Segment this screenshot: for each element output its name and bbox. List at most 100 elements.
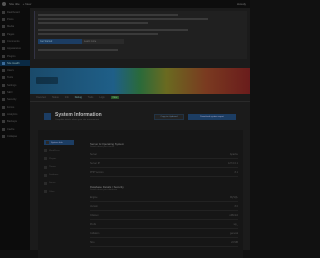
section-nav-label: Plugins (49, 157, 57, 160)
section-nav-item[interactable]: Plugins (44, 156, 74, 161)
section-nav-label: Database (49, 174, 59, 177)
tab-item[interactable]: Overview (36, 96, 46, 99)
section-nav-label: System Info (51, 141, 63, 144)
sidebar-item[interactable]: Pages (0, 31, 30, 37)
section-nav-item[interactable]: Other (44, 189, 74, 194)
info-card: System Info WordPress Plugins Theme Database… (38, 130, 243, 258)
row-value: general (230, 231, 238, 235)
plugin-logo (36, 77, 58, 84)
tab-item[interactable]: New (110, 96, 120, 99)
row-label: Version (90, 204, 98, 208)
table-row: PHP Version 8.1 (90, 168, 238, 177)
section-subtitle: Details about your database (90, 189, 118, 191)
section-nav-label: Other (49, 190, 55, 193)
menu-icon (2, 47, 5, 51)
sidebar-item[interactable]: Appearance (0, 46, 30, 52)
sidebar-item-label: SEO (7, 91, 13, 95)
sidebar-item-label: Backups (7, 120, 17, 124)
table-row: Engine MySQL (90, 193, 238, 202)
notice-primary-button[interactable]: Get Started (38, 39, 82, 44)
row-value: wp_ (233, 222, 238, 226)
sidebar-item[interactable]: Settings (0, 82, 30, 88)
nav-icon (44, 149, 47, 153)
copy-button[interactable]: Copy to clipboard (154, 114, 184, 120)
menu-icon (2, 127, 5, 131)
sidebar-item-label: Comments (7, 39, 20, 43)
sidebar-item[interactable]: Posts (0, 17, 30, 23)
section-nav-item[interactable]: Theme (44, 165, 74, 170)
row-value: Apache (229, 152, 238, 156)
tab-item[interactable]: Info (65, 96, 69, 99)
admin-bar: Site title + New Howdy (0, 0, 250, 8)
row-value: 8.1 (234, 170, 238, 174)
sidebar-item[interactable]: Cache (0, 126, 30, 132)
sidebar-item[interactable]: Collapse (0, 133, 30, 139)
sidebar-item[interactable]: Tools (0, 75, 30, 81)
sidebar-item[interactable]: Security (0, 97, 30, 103)
sidebar-item[interactable]: Dashboard (0, 9, 30, 15)
section-nav-item[interactable]: Server (44, 181, 74, 186)
table-row: Size 24 MB (90, 238, 238, 247)
menu-icon (2, 32, 5, 36)
sidebar-item-label: Collapse (7, 134, 18, 138)
nav-icon (44, 190, 47, 194)
sidebar-item[interactable]: Forms (0, 104, 30, 110)
page-title: System Information (55, 112, 102, 118)
row-label: Server IP (90, 161, 100, 165)
main-content: Get Started Learn more Overview Status Inf… (30, 8, 250, 258)
row-label: Charset (90, 213, 99, 217)
table-row: Server IP 127.0.0.1 (90, 159, 238, 168)
info-icon (44, 113, 51, 120)
section-nav-item[interactable]: Database (44, 173, 74, 178)
table-row: Version 8.0 (90, 202, 238, 211)
sidebar-item-label: Analytics (7, 112, 18, 116)
sidebar-item-label: Appearance (7, 47, 21, 51)
sidebar-item[interactable]: Media (0, 24, 30, 30)
sidebar-item-label: Pages (7, 32, 15, 36)
table-row: Charset utf8mb4 (90, 211, 238, 220)
row-label: Prefix (90, 222, 97, 226)
sidebar-item[interactable]: Site Health (0, 60, 30, 67)
sidebar-item[interactable]: Users (0, 68, 30, 74)
sidebar-item[interactable]: Comments (0, 38, 30, 44)
admin-bar-new[interactable]: + New (23, 2, 32, 6)
admin-bar-site[interactable]: Site title (9, 2, 20, 6)
download-report-button[interactable]: Download system report (188, 114, 236, 120)
sidebar-item[interactable]: Analytics (0, 111, 30, 117)
row-value: MySQL (230, 195, 238, 199)
sidebar-item[interactable]: Plugins (0, 53, 30, 59)
row-value: 24 MB (231, 240, 238, 244)
row-value: 8.0 (234, 204, 238, 208)
nav-icon (44, 157, 47, 161)
menu-icon (2, 39, 5, 43)
tab-item[interactable]: Status (52, 96, 59, 99)
admin-sidebar: Dashboard Posts Media Pages Comments Appearan… (0, 8, 30, 250)
menu-icon (2, 10, 5, 14)
menu-icon (2, 83, 5, 87)
info-sections: Server & Operating System Details about y… (90, 140, 238, 253)
menu-icon (2, 69, 5, 73)
admin-bar-user[interactable]: Howdy (237, 2, 246, 6)
page-header: System Information Complete details abou… (30, 105, 250, 129)
section-subtitle: Details about your server (90, 146, 115, 148)
row-value: 127.0.0.1 (228, 161, 238, 165)
wordpress-logo-icon[interactable] (2, 2, 6, 6)
tab-item[interactable]: Logs (99, 96, 104, 99)
sidebar-item-label: Users (7, 69, 14, 73)
notice-secondary-button[interactable]: Learn more (82, 39, 124, 44)
tab-item[interactable]: Debug (75, 96, 82, 99)
row-value: utf8mb4 (229, 213, 238, 217)
sidebar-item-label: Cache (7, 127, 15, 131)
admin-notice: Get Started Learn more (34, 11, 247, 59)
section-nav-item[interactable]: System Info (44, 140, 74, 145)
sidebar-item-label: Security (7, 98, 17, 102)
table-row: Prefix wp_ (90, 220, 238, 229)
tab-item[interactable]: Tools (88, 96, 94, 99)
sidebar-item-label: Plugins (7, 54, 16, 58)
row-label: Server (90, 152, 98, 156)
section-nav-item[interactable]: WordPress (44, 148, 74, 153)
sidebar-item[interactable]: Backups (0, 119, 30, 125)
sidebar-item[interactable]: SEO (0, 90, 30, 96)
sidebar-item-label: Settings (7, 83, 17, 87)
